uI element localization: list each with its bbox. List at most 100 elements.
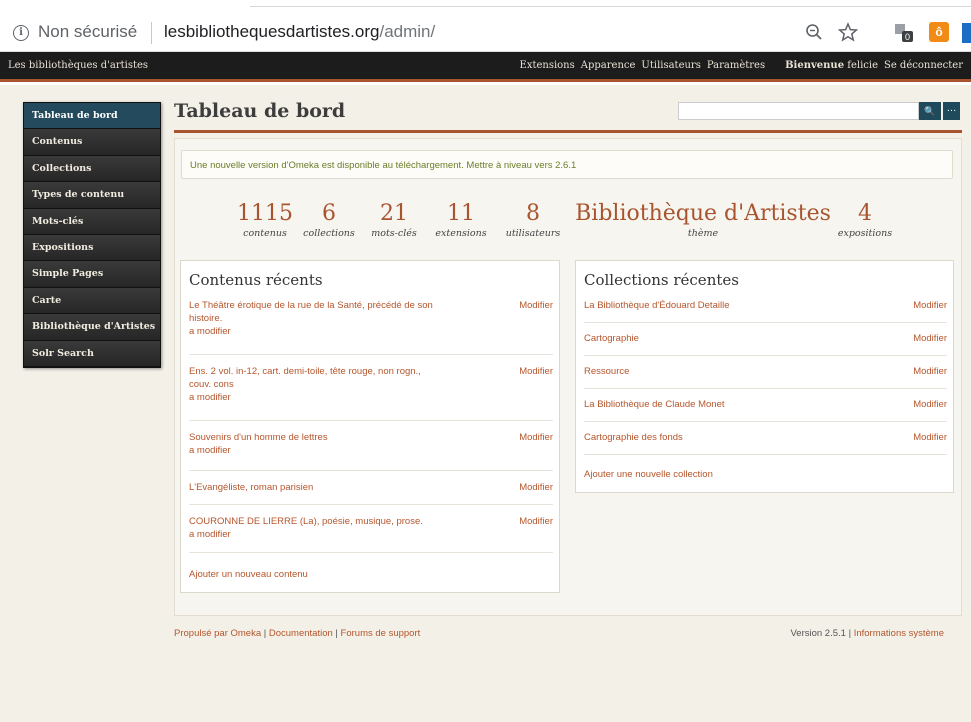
info-icon[interactable]: i xyxy=(13,25,29,41)
collection-title-link[interactable]: La Bibliothèque d'Édouard Detaille xyxy=(584,299,729,312)
not-secure-label[interactable]: Non sécurisé xyxy=(38,22,137,42)
sidebar-item-items[interactable]: Contenus xyxy=(24,129,160,156)
search-button[interactable]: 🔍 xyxy=(919,102,941,120)
address-separator xyxy=(151,22,152,44)
collection-title-link[interactable]: Cartographie xyxy=(584,332,639,345)
edit-link[interactable]: Modifier xyxy=(913,365,947,378)
documentation-link[interactable]: Documentation xyxy=(269,628,333,639)
sidebar-item-solr-search[interactable]: Solr Search xyxy=(24,340,160,367)
recent-collection-row: Cartographie des fonds Modifier xyxy=(584,431,947,455)
sidebar-item-exhibits[interactable]: Expositions xyxy=(24,234,160,262)
user-link[interactable]: felicie xyxy=(847,60,878,71)
bookmark-star-icon[interactable] xyxy=(838,22,858,42)
sidebar-item-item-types[interactable]: Types de contenu xyxy=(24,182,160,209)
footer-separator: | xyxy=(335,628,338,639)
stat-collections[interactable]: 6 collections xyxy=(296,200,362,240)
sidebar-item-artist-library[interactable]: Bibliothèque d'Artistes xyxy=(24,314,160,341)
zoom-icon[interactable] xyxy=(805,23,823,41)
extension-icon[interactable]: 0 xyxy=(893,22,913,42)
recent-item-note: a modifier xyxy=(189,445,231,456)
sidebar-item-simple-pages[interactable]: Simple Pages xyxy=(24,261,160,288)
stat-theme[interactable]: Bibliothèque d'Artistes thème xyxy=(572,200,834,240)
add-item-row: Ajouter un nouveau contenu xyxy=(189,568,553,584)
recent-collection-row: Cartographie Modifier xyxy=(584,332,947,356)
add-collection-row: Ajouter une nouvelle collection xyxy=(584,468,947,484)
recent-collections-box: Collections récentes La Bibliothèque d'É… xyxy=(575,260,954,493)
edit-link[interactable]: Modifier xyxy=(519,299,553,312)
advanced-search-button[interactable]: … xyxy=(943,102,960,120)
recent-item-title-line: histoire. xyxy=(189,313,223,324)
stat-label: contenus xyxy=(243,228,287,239)
footer-version: Version 2.5.1 | Informations système xyxy=(790,628,944,639)
edit-link[interactable]: Modifier xyxy=(519,481,553,494)
url-host: lesbibliothequesdartistes.org xyxy=(164,22,380,41)
sidebar-item-map[interactable]: Carte xyxy=(24,287,160,315)
stat-label: collections xyxy=(303,228,355,239)
recent-item-title-line: Ens. 2 vol. in-12, cart. demi-toile, têt… xyxy=(189,366,421,377)
extension-blue-icon[interactable] xyxy=(962,23,971,43)
stat-label: thème xyxy=(687,228,719,239)
url-text[interactable]: lesbibliothequesdartistes.org/admin/ xyxy=(164,22,435,42)
search-input[interactable] xyxy=(678,102,919,120)
collection-title-link[interactable]: Cartographie des fonds xyxy=(584,431,683,444)
stat-number: 4 xyxy=(858,201,872,226)
add-collection-link[interactable]: Ajouter une nouvelle collection xyxy=(584,468,713,481)
recent-item-title[interactable]: Souvenirs d'un homme de lettres a modifi… xyxy=(189,431,328,457)
stat-users[interactable]: 8 utilisateurs xyxy=(498,200,568,240)
sidebar-nav: Tableau de bord Contenus Collections Typ… xyxy=(23,102,161,368)
logout-link[interactable]: Se déconnecter xyxy=(884,60,963,71)
address-bar[interactable]: i Non sécurisé lesbibliothequesdartistes… xyxy=(0,14,971,50)
edit-link[interactable]: Modifier xyxy=(913,431,947,444)
stat-number: Bibliothèque d'Artistes xyxy=(575,201,831,226)
nav-extensions[interactable]: Extensions xyxy=(520,60,575,71)
title-rule xyxy=(174,130,962,133)
nav-gap xyxy=(771,60,779,71)
edit-link[interactable]: Modifier xyxy=(913,398,947,411)
nav-settings[interactable]: Paramètres xyxy=(707,60,765,71)
edit-link[interactable]: Modifier xyxy=(519,515,553,528)
edit-link[interactable]: Modifier xyxy=(519,365,553,378)
collection-title-link[interactable]: Ressource xyxy=(584,365,629,378)
stat-items[interactable]: 1115 contenus xyxy=(236,200,294,240)
update-alert-text[interactable]: Une nouvelle version d'Omeka est disponi… xyxy=(190,160,576,171)
recent-item-title-line: Le Théâtre érotique de la rue de la Sant… xyxy=(189,300,433,311)
extension-shop-icon[interactable]: ô xyxy=(929,22,949,42)
stat-exhibits[interactable]: 4 expositions xyxy=(830,200,900,240)
browser-chrome: i Non sécurisé lesbibliothequesdartistes… xyxy=(0,0,971,52)
recent-item-title[interactable]: Ens. 2 vol. in-12, cart. demi-toile, têt… xyxy=(189,365,421,404)
stat-tags[interactable]: 21 mots-clés xyxy=(364,200,424,240)
recent-item-title-line: couv. cons xyxy=(189,379,234,390)
stat-number: 21 xyxy=(380,201,408,226)
recent-collection-row: Ressource Modifier xyxy=(584,365,947,389)
sidebar-item-tags[interactable]: Mots-clés xyxy=(24,208,160,235)
update-alert: Une nouvelle version d'Omeka est disponi… xyxy=(181,150,953,179)
admin-bar: Les bibliothèques d'artistes Extensions … xyxy=(0,52,971,82)
admin-nav: Extensions Apparence Utilisateurs Paramè… xyxy=(520,60,963,71)
recent-collection-row: La Bibliothèque de Claude Monet Modifier xyxy=(584,398,947,422)
site-title-link[interactable]: Les bibliothèques d'artistes xyxy=(8,60,148,71)
powered-by-link[interactable]: Propulsé par Omeka xyxy=(174,628,261,639)
footer-separator: | xyxy=(848,628,852,639)
add-item-link[interactable]: Ajouter un nouveau contenu xyxy=(189,568,308,581)
edit-link[interactable]: Modifier xyxy=(913,299,947,312)
sidebar-item-collections[interactable]: Collections xyxy=(24,155,160,183)
recent-item-title[interactable]: L'Evangéliste, roman parisien xyxy=(189,481,313,494)
collection-title-link[interactable]: La Bibliothèque de Claude Monet xyxy=(584,398,725,411)
nav-appearance[interactable]: Apparence xyxy=(581,60,636,71)
stat-extensions[interactable]: 11 extensions xyxy=(428,200,494,240)
recent-item-row: Ens. 2 vol. in-12, cart. demi-toile, têt… xyxy=(189,365,553,421)
sidebar-item-dashboard[interactable]: Tableau de bord xyxy=(24,103,160,130)
recent-items-box: Contenus récents Le Théâtre érotique de … xyxy=(180,260,560,593)
nav-users[interactable]: Utilisateurs xyxy=(641,60,700,71)
edit-link[interactable]: Modifier xyxy=(913,332,947,345)
recent-item-title[interactable]: Le Théâtre érotique de la rue de la Sant… xyxy=(189,299,433,338)
recent-item-title[interactable]: COURONNE DE LIERRE (La), poésie, musique… xyxy=(189,515,423,541)
recent-item-note: a modifier xyxy=(189,392,231,403)
edit-link[interactable]: Modifier xyxy=(519,431,553,444)
search-icon: 🔍 xyxy=(924,106,936,116)
system-info-link[interactable]: Informations système xyxy=(854,628,944,639)
extension-badge: 0 xyxy=(905,32,910,42)
recent-item-title-line: COURONNE DE LIERRE (La), poésie, musique… xyxy=(189,516,423,527)
welcome-text: Bienvenue felicie xyxy=(785,60,878,71)
forums-link[interactable]: Forums de support xyxy=(341,628,421,639)
